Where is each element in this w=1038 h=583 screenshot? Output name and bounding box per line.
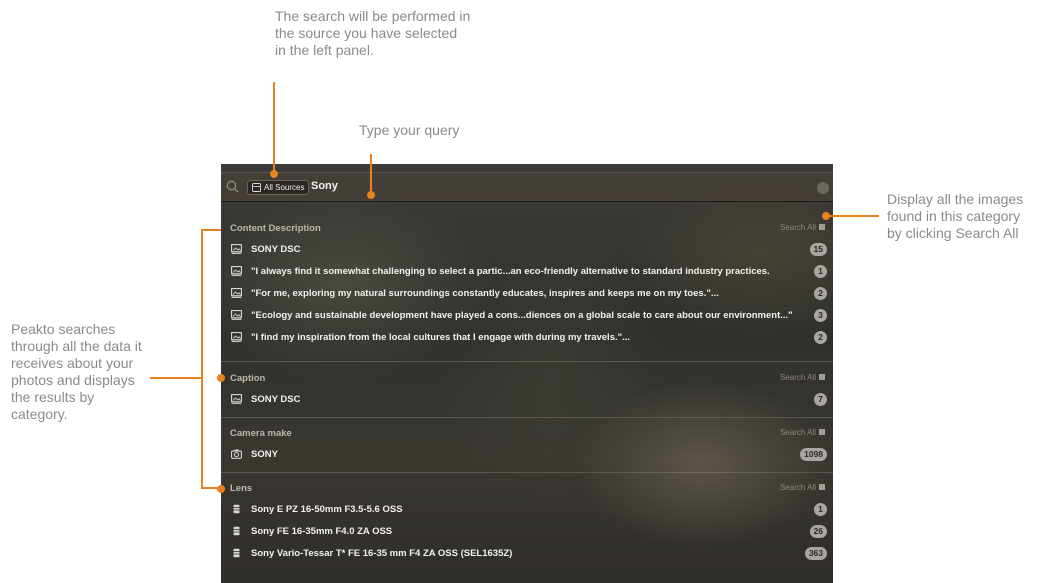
- search-all-button[interactable]: Search All: [780, 428, 825, 437]
- callout-dot-categories: [217, 374, 225, 382]
- item-label: SONY DSC: [251, 394, 301, 405]
- callout-bracket: [201, 229, 203, 489]
- item-label: Sony E PZ 16-50mm F3.5-5.6 OSS: [251, 504, 403, 515]
- item-label: "I find my inspiration from the local cu…: [251, 332, 631, 343]
- callout-dot-lens: [217, 485, 225, 493]
- count-badge: 1: [814, 503, 827, 516]
- source-label: All Sources: [264, 183, 305, 192]
- count-badge: 363: [804, 547, 827, 560]
- search-bar[interactable]: All Sources Sony: [221, 172, 833, 202]
- count-badge: 1: [814, 265, 827, 278]
- image-icon: [231, 394, 242, 404]
- divider: [221, 472, 833, 473]
- annotation-source: The search will be performed in the sour…: [275, 8, 471, 58]
- section-title: Lens: [230, 483, 253, 494]
- divider: [221, 417, 833, 418]
- list-item[interactable]: Sony Vario-Tessar T* FE 16-35 mm F4 ZA O…: [221, 543, 833, 565]
- count-badge: 26: [809, 525, 827, 538]
- count-badge: 3: [814, 309, 827, 322]
- item-label: "Ecology and sustainable development hav…: [251, 310, 793, 321]
- search-input[interactable]: Sony: [311, 180, 338, 192]
- image-icon: [231, 266, 242, 276]
- source-selector[interactable]: All Sources: [247, 180, 310, 195]
- count-badge: 2: [814, 331, 827, 344]
- list-item[interactable]: SONY DSC 15: [221, 239, 833, 261]
- section-header: Lens Search All: [221, 479, 833, 499]
- lens-icon: [233, 504, 240, 514]
- callout-line-categories: [150, 377, 202, 379]
- arrow-icon: [819, 374, 825, 380]
- item-label: "For me, exploring my natural surroundin…: [251, 288, 719, 299]
- section-title: Camera make: [230, 428, 292, 439]
- callout-dot-query: [367, 191, 375, 199]
- image-icon: [231, 288, 242, 298]
- list-item[interactable]: "I find my inspiration from the local cu…: [221, 327, 833, 349]
- section-title: Caption: [230, 373, 266, 384]
- image-icon: [231, 332, 242, 342]
- item-label: "I always find it somewhat challenging t…: [251, 266, 770, 277]
- list-item[interactable]: SONY DSC 7: [221, 389, 833, 411]
- list-item[interactable]: "I always find it somewhat challenging t…: [221, 261, 833, 283]
- section-header: Camera make Search All: [221, 424, 833, 444]
- list-item[interactable]: SONY 1098: [221, 444, 833, 466]
- list-item[interactable]: Sony E PZ 16-50mm F3.5-5.6 OSS 1: [221, 499, 833, 521]
- list-item[interactable]: "Ecology and sustainable development hav…: [221, 305, 833, 327]
- search-all-button[interactable]: Search All: [780, 223, 825, 232]
- count-badge: 1098: [800, 448, 827, 461]
- count-badge: 2: [814, 287, 827, 300]
- callout-dot-source: [270, 170, 278, 178]
- lens-icon: [233, 548, 240, 558]
- callout-line-query: [370, 154, 372, 196]
- search-results-panel: All Sources Sony Content Description Sea…: [221, 164, 833, 583]
- section-camera-make: Camera make Search All SONY 1098: [221, 424, 833, 466]
- count-badge: 15: [809, 243, 827, 256]
- divider: [221, 361, 833, 362]
- callout-line-search-all: [826, 215, 879, 217]
- image-icon: [231, 310, 242, 320]
- search-all-button[interactable]: Search All: [780, 483, 825, 492]
- clear-search-button[interactable]: [817, 182, 829, 194]
- list-item[interactable]: "For me, exploring my natural surroundin…: [221, 283, 833, 305]
- database-icon: [252, 183, 261, 192]
- section-header: Caption Search All: [221, 369, 833, 389]
- annotation-query: Type your query: [359, 122, 460, 138]
- arrow-icon: [819, 224, 825, 230]
- section-title: Content Description: [230, 223, 321, 234]
- callout-dot-search-all: [822, 212, 830, 220]
- item-label: Sony FE 16-35mm F4.0 ZA OSS: [251, 526, 393, 537]
- annotation-categories: Peakto searches through all the data it …: [11, 321, 142, 422]
- arrow-icon: [819, 429, 825, 435]
- camera-icon: [231, 449, 242, 459]
- section-lens: Lens Search All Sony E PZ 16-50mm F3.5-5…: [221, 479, 833, 565]
- list-item[interactable]: Sony FE 16-35mm F4.0 ZA OSS 26: [221, 521, 833, 543]
- callout-bracket-top: [201, 229, 221, 231]
- section-content-description: Content Description Search All SONY DSC …: [221, 219, 833, 349]
- item-label: SONY DSC: [251, 244, 301, 255]
- count-badge: 7: [814, 393, 827, 406]
- lens-icon: [233, 526, 240, 536]
- section-caption: Caption Search All SONY DSC 7: [221, 369, 833, 411]
- search-icon: [226, 180, 239, 193]
- callout-line-source: [273, 82, 275, 174]
- arrow-icon: [819, 484, 825, 490]
- image-icon: [231, 244, 242, 254]
- section-header: Content Description Search All: [221, 219, 833, 239]
- item-label: Sony Vario-Tessar T* FE 16-35 mm F4 ZA O…: [251, 548, 513, 559]
- annotation-search-all: Display all the images found in this cat…: [887, 191, 1024, 241]
- item-label: SONY: [251, 449, 278, 460]
- search-all-button[interactable]: Search All: [780, 373, 825, 382]
